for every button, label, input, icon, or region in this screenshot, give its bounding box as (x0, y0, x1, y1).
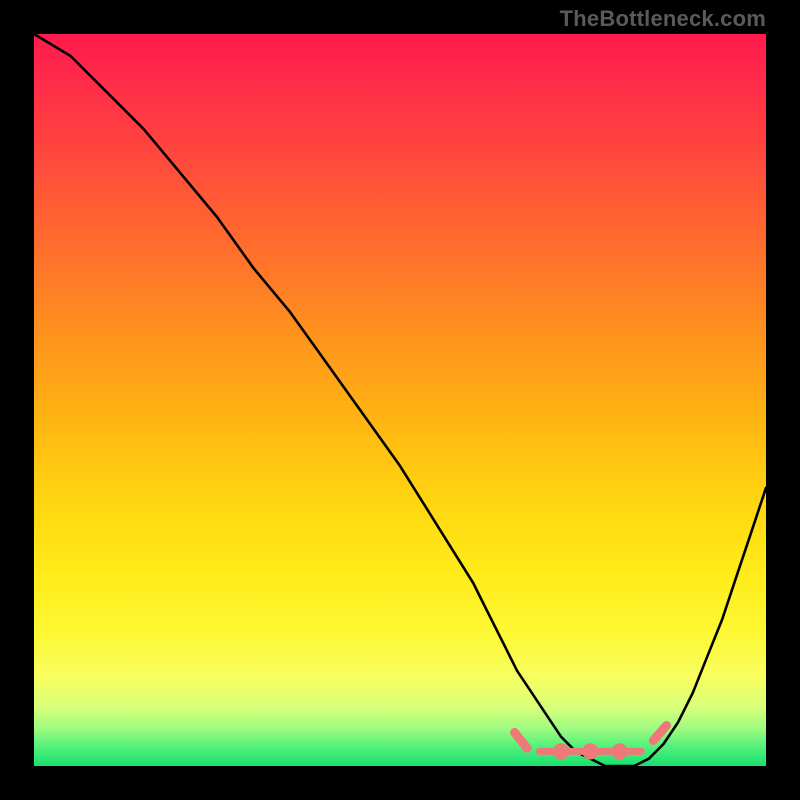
bottleneck-curve (34, 34, 766, 766)
bottleneck-floor-markers (515, 726, 667, 756)
chart-frame: TheBottleneck.com (0, 0, 800, 800)
watermark-text: TheBottleneck.com (560, 6, 766, 32)
chart-svg (34, 34, 766, 766)
